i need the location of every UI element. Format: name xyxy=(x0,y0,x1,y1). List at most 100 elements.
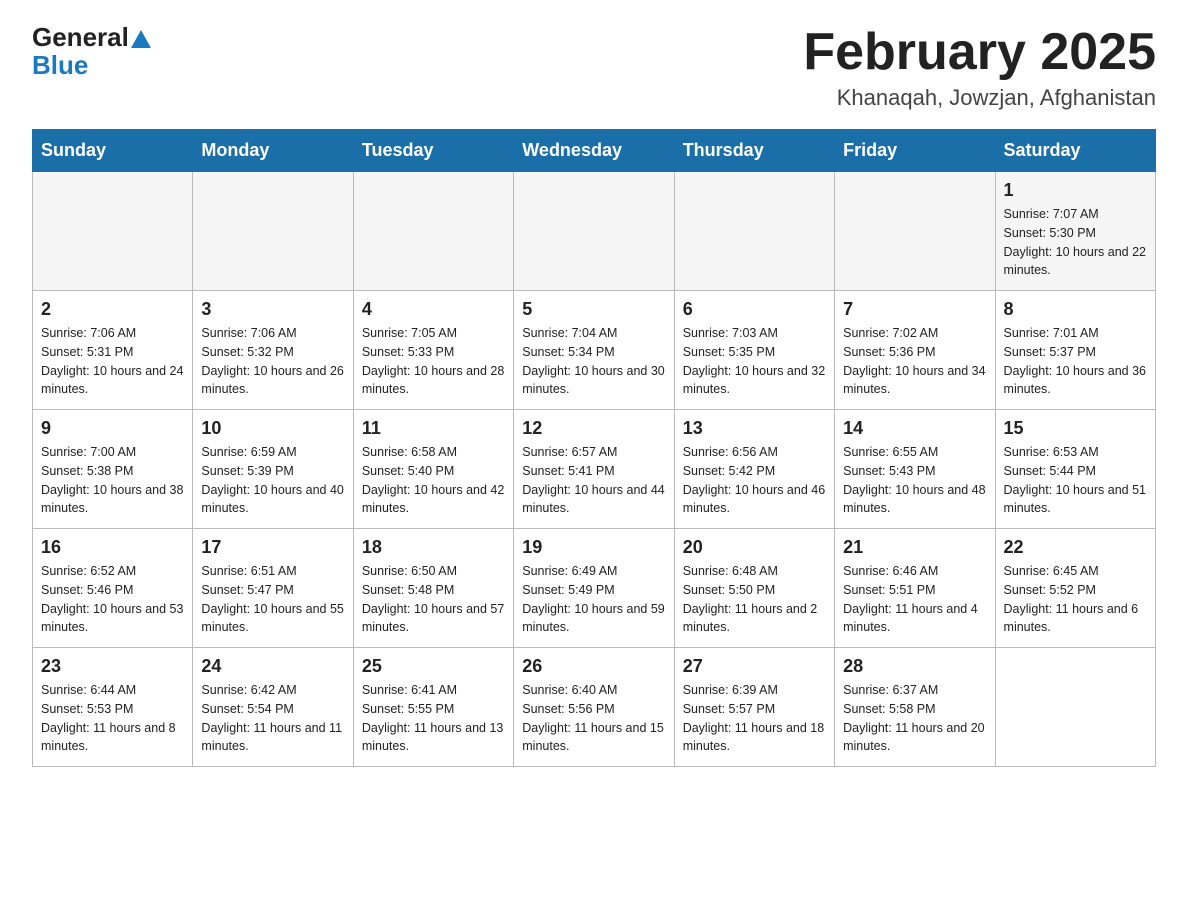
calendar-cell xyxy=(193,172,353,291)
calendar-cell: 15 Sunrise: 6:53 AMSunset: 5:44 PMDayligh… xyxy=(995,410,1155,529)
day-info: Sunrise: 6:40 AMSunset: 5:56 PMDaylight:… xyxy=(522,681,665,756)
calendar-cell: 7 Sunrise: 7:02 AMSunset: 5:36 PMDaylight… xyxy=(835,291,995,410)
day-number: 25 xyxy=(362,656,505,677)
day-info: Sunrise: 7:00 AMSunset: 5:38 PMDaylight:… xyxy=(41,443,184,518)
calendar-cell: 20 Sunrise: 6:48 AMSunset: 5:50 PMDayligh… xyxy=(674,529,834,648)
day-number: 1 xyxy=(1004,180,1147,201)
calendar-cell: 22Sunrise: 6:45 AMSunset: 5:52 PMDayligh… xyxy=(995,529,1155,648)
day-number: 9 xyxy=(41,418,184,439)
title-block: February 2025 Khanaqah, Jowzjan, Afghani… xyxy=(803,24,1156,111)
day-info: Sunrise: 7:01 AMSunset: 5:37 PMDaylight:… xyxy=(1004,324,1147,399)
day-info: Sunrise: 7:05 AMSunset: 5:33 PMDaylight:… xyxy=(362,324,505,399)
logo-triangle-icon xyxy=(131,30,151,48)
weekday-header-row: SundayMondayTuesdayWednesdayThursdayFrid… xyxy=(33,130,1156,172)
day-info: Sunrise: 6:52 AMSunset: 5:46 PMDaylight:… xyxy=(41,562,184,637)
day-number: 2 xyxy=(41,299,184,320)
calendar-cell: 25 Sunrise: 6:41 AMSunset: 5:55 PMDayligh… xyxy=(353,648,513,767)
calendar-cell: 1 Sunrise: 7:07 AMSunset: 5:30 PMDaylight… xyxy=(995,172,1155,291)
calendar-cell xyxy=(835,172,995,291)
day-info: Sunrise: 6:59 AMSunset: 5:39 PMDaylight:… xyxy=(201,443,344,518)
day-number: 27 xyxy=(683,656,826,677)
calendar-cell: 9 Sunrise: 7:00 AMSunset: 5:38 PMDaylight… xyxy=(33,410,193,529)
day-number: 24 xyxy=(201,656,344,677)
day-info: Sunrise: 7:07 AMSunset: 5:30 PMDaylight:… xyxy=(1004,205,1147,280)
calendar-cell: 4 Sunrise: 7:05 AMSunset: 5:33 PMDaylight… xyxy=(353,291,513,410)
calendar-cell: 27 Sunrise: 6:39 AMSunset: 5:57 PMDayligh… xyxy=(674,648,834,767)
day-number: 16 xyxy=(41,537,184,558)
calendar-cell: 3 Sunrise: 7:06 AMSunset: 5:32 PMDaylight… xyxy=(193,291,353,410)
day-number: 28 xyxy=(843,656,986,677)
calendar-cell xyxy=(995,648,1155,767)
calendar-cell: 16 Sunrise: 6:52 AMSunset: 5:46 PMDayligh… xyxy=(33,529,193,648)
day-info: Sunrise: 6:41 AMSunset: 5:55 PMDaylight:… xyxy=(362,681,505,756)
calendar-cell: 6 Sunrise: 7:03 AMSunset: 5:35 PMDaylight… xyxy=(674,291,834,410)
day-info: Sunrise: 6:56 AMSunset: 5:42 PMDaylight:… xyxy=(683,443,826,518)
calendar-table: SundayMondayTuesdayWednesdayThursdayFrid… xyxy=(32,129,1156,767)
day-number: 19 xyxy=(522,537,665,558)
calendar-cell: 17Sunrise: 6:51 AMSunset: 5:47 PMDayligh… xyxy=(193,529,353,648)
week-row-1: 1 Sunrise: 7:07 AMSunset: 5:30 PMDaylight… xyxy=(33,172,1156,291)
calendar-cell xyxy=(674,172,834,291)
day-info: Sunrise: 7:04 AMSunset: 5:34 PMDaylight:… xyxy=(522,324,665,399)
day-number: 12 xyxy=(522,418,665,439)
day-info: Sunrise: 6:37 AMSunset: 5:58 PMDaylight:… xyxy=(843,681,986,756)
day-number: 17 xyxy=(201,537,344,558)
day-info: Sunrise: 7:02 AMSunset: 5:36 PMDaylight:… xyxy=(843,324,986,399)
day-number: 3 xyxy=(201,299,344,320)
weekday-header-saturday: Saturday xyxy=(995,130,1155,172)
calendar-cell: 12 Sunrise: 6:57 AMSunset: 5:41 PMDayligh… xyxy=(514,410,674,529)
day-number: 13 xyxy=(683,418,826,439)
week-row-4: 16 Sunrise: 6:52 AMSunset: 5:46 PMDayligh… xyxy=(33,529,1156,648)
page-header: General Blue February 2025 Khanaqah, Jow… xyxy=(32,24,1156,111)
day-info: Sunrise: 6:48 AMSunset: 5:50 PMDaylight:… xyxy=(683,562,826,637)
calendar-cell: 23 Sunrise: 6:44 AMSunset: 5:53 PMDayligh… xyxy=(33,648,193,767)
calendar-cell: 5 Sunrise: 7:04 AMSunset: 5:34 PMDaylight… xyxy=(514,291,674,410)
day-info: Sunrise: 7:06 AMSunset: 5:32 PMDaylight:… xyxy=(201,324,344,399)
day-number: 15 xyxy=(1004,418,1147,439)
calendar-cell: 10 Sunrise: 6:59 AMSunset: 5:39 PMDayligh… xyxy=(193,410,353,529)
day-info: Sunrise: 7:03 AMSunset: 5:35 PMDaylight:… xyxy=(683,324,826,399)
calendar-cell: 14Sunrise: 6:55 AMSunset: 5:43 PMDayligh… xyxy=(835,410,995,529)
day-number: 11 xyxy=(362,418,505,439)
day-info: Sunrise: 6:39 AMSunset: 5:57 PMDaylight:… xyxy=(683,681,826,756)
day-info: Sunrise: 6:57 AMSunset: 5:41 PMDaylight:… xyxy=(522,443,665,518)
calendar-cell: 13 Sunrise: 6:56 AMSunset: 5:42 PMDayligh… xyxy=(674,410,834,529)
week-row-5: 23 Sunrise: 6:44 AMSunset: 5:53 PMDayligh… xyxy=(33,648,1156,767)
day-number: 21 xyxy=(843,537,986,558)
day-number: 20 xyxy=(683,537,826,558)
calendar-cell: 11 Sunrise: 6:58 AMSunset: 5:40 PMDayligh… xyxy=(353,410,513,529)
day-number: 5 xyxy=(522,299,665,320)
day-number: 6 xyxy=(683,299,826,320)
calendar-cell: 24Sunrise: 6:42 AMSunset: 5:54 PMDayligh… xyxy=(193,648,353,767)
calendar-cell: 26 Sunrise: 6:40 AMSunset: 5:56 PMDayligh… xyxy=(514,648,674,767)
calendar-cell: 8 Sunrise: 7:01 AMSunset: 5:37 PMDaylight… xyxy=(995,291,1155,410)
day-info: Sunrise: 6:53 AMSunset: 5:44 PMDaylight:… xyxy=(1004,443,1147,518)
day-info: Sunrise: 6:46 AMSunset: 5:51 PMDaylight:… xyxy=(843,562,986,637)
weekday-header-sunday: Sunday xyxy=(33,130,193,172)
day-info: Sunrise: 6:44 AMSunset: 5:53 PMDaylight:… xyxy=(41,681,184,756)
logo-general-text: General xyxy=(32,24,129,50)
day-number: 10 xyxy=(201,418,344,439)
weekday-header-wednesday: Wednesday xyxy=(514,130,674,172)
weekday-header-tuesday: Tuesday xyxy=(353,130,513,172)
day-info: Sunrise: 6:45 AMSunset: 5:52 PMDaylight:… xyxy=(1004,562,1147,637)
week-row-2: 2Sunrise: 7:06 AMSunset: 5:31 PMDaylight… xyxy=(33,291,1156,410)
day-info: Sunrise: 6:58 AMSunset: 5:40 PMDaylight:… xyxy=(362,443,505,518)
calendar-cell: 21 Sunrise: 6:46 AMSunset: 5:51 PMDayligh… xyxy=(835,529,995,648)
day-info: Sunrise: 6:55 AMSunset: 5:43 PMDaylight:… xyxy=(843,443,986,518)
calendar-cell: 18 Sunrise: 6:50 AMSunset: 5:48 PMDayligh… xyxy=(353,529,513,648)
location-label: Khanaqah, Jowzjan, Afghanistan xyxy=(803,85,1156,111)
logo-blue-text: Blue xyxy=(32,50,88,80)
day-number: 23 xyxy=(41,656,184,677)
day-info: Sunrise: 6:50 AMSunset: 5:48 PMDaylight:… xyxy=(362,562,505,637)
weekday-header-friday: Friday xyxy=(835,130,995,172)
day-number: 7 xyxy=(843,299,986,320)
day-number: 4 xyxy=(362,299,505,320)
calendar-cell xyxy=(514,172,674,291)
day-info: Sunrise: 6:49 AMSunset: 5:49 PMDaylight:… xyxy=(522,562,665,637)
day-number: 26 xyxy=(522,656,665,677)
calendar-cell: 28 Sunrise: 6:37 AMSunset: 5:58 PMDayligh… xyxy=(835,648,995,767)
day-number: 8 xyxy=(1004,299,1147,320)
calendar-cell: 19 Sunrise: 6:49 AMSunset: 5:49 PMDayligh… xyxy=(514,529,674,648)
day-number: 18 xyxy=(362,537,505,558)
